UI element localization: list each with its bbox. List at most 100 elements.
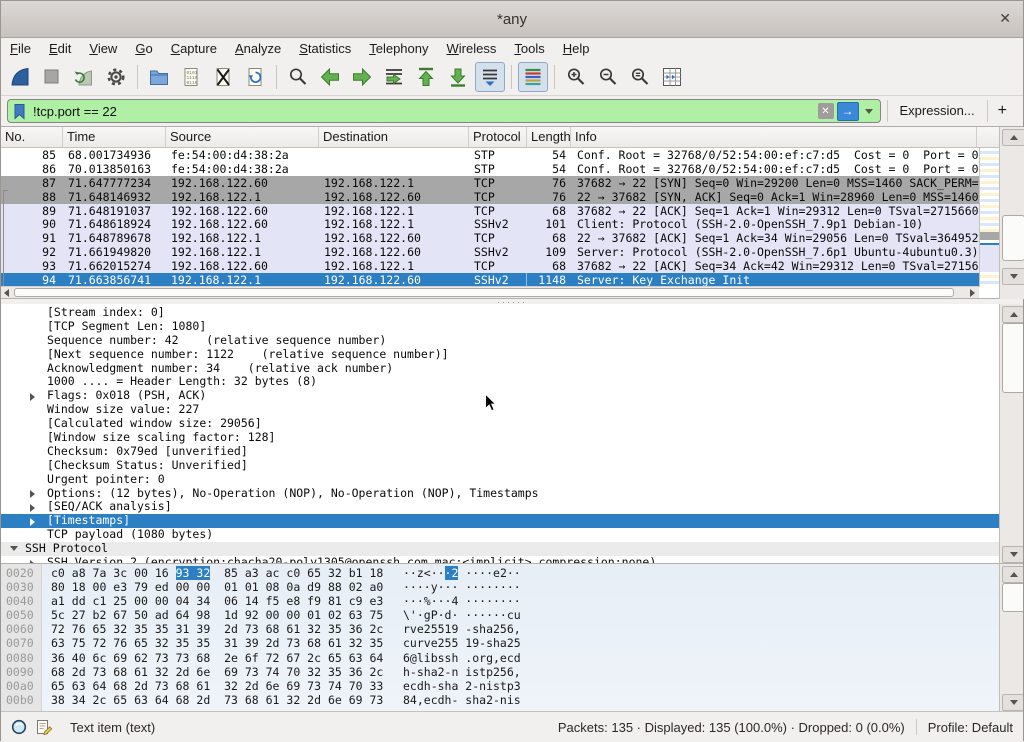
- scroll-down-button[interactable]: [1002, 268, 1024, 285]
- hex-bytes[interactable]: 36 40 6c 69 62 73 73 68 2e 6f 72 67 2c 6…: [51, 651, 397, 665]
- ascii-bytes[interactable]: h-sha2-n istp256,: [397, 665, 521, 679]
- menu-item-tools[interactable]: Tools: [505, 38, 553, 59]
- hex-row-0020[interactable]: 0020c0 a8 7a 3c 00 16 93 32 85 a3 ac c0 …: [1, 566, 999, 580]
- go-back-icon[interactable]: [315, 62, 345, 92]
- detail-line[interactable]: Options: (12 bytes), No-Operation (NOP),…: [1, 487, 999, 501]
- goto-packet-icon[interactable]: [379, 62, 409, 92]
- detail-line[interactable]: Flags: 0x018 (PSH, ACK): [1, 389, 999, 403]
- hex-row-0030[interactable]: 003080 18 00 e3 79 ed 00 00 01 01 08 0a …: [1, 580, 999, 594]
- reload-file-icon[interactable]: [240, 62, 270, 92]
- menu-item-statistics[interactable]: Statistics: [290, 38, 360, 59]
- scroll-thumb[interactable]: [14, 288, 954, 297]
- packet-row-88[interactable]: 8871.648146932192.168.122.1192.168.122.6…: [1, 190, 979, 204]
- menu-item-go[interactable]: Go: [126, 38, 161, 59]
- add-filter-button[interactable]: +: [987, 100, 1017, 122]
- menu-item-help[interactable]: Help: [554, 38, 599, 59]
- detail-line[interactable]: 1000 .... = Header Length: 32 bytes (8): [1, 375, 999, 389]
- capture-comment-icon[interactable]: [36, 719, 53, 735]
- hex-bytes[interactable]: 63 75 72 76 65 32 35 35 31 39 2d 73 68 6…: [51, 636, 397, 650]
- hex-row-00a0[interactable]: 00a065 63 64 68 2d 73 68 61 32 2d 6e 69 …: [1, 679, 999, 693]
- filter-bookmark-icon[interactable]: [13, 103, 26, 120]
- save-file-icon[interactable]: 010111100110: [176, 62, 206, 92]
- packet-row-92[interactable]: 9271.661949820192.168.122.1192.168.122.6…: [1, 245, 979, 259]
- zoom-out-icon[interactable]: [593, 62, 623, 92]
- hex-bytes[interactable]: 5c 27 b2 67 50 ad 64 98 1d 92 00 00 01 0…: [51, 608, 397, 622]
- menu-item-wireless[interactable]: Wireless: [438, 38, 506, 59]
- restart-capture-icon[interactable]: [69, 62, 99, 92]
- find-packet-icon[interactable]: [283, 62, 313, 92]
- stop-capture-icon[interactable]: [37, 62, 67, 92]
- autoscroll-icon[interactable]: [475, 62, 505, 92]
- packet-list-vscrollbar[interactable]: [999, 127, 1024, 299]
- hex-bytes[interactable]: 65 63 64 68 2d 73 68 61 32 2d 6e 69 73 7…: [51, 679, 397, 693]
- go-bottom-icon[interactable]: [443, 62, 473, 92]
- zoom-in-icon[interactable]: [561, 62, 591, 92]
- column-header-time[interactable]: Time: [63, 127, 166, 147]
- detail-line[interactable]: [Calculated window size: 29056]: [1, 417, 999, 431]
- packet-row-85[interactable]: 8568.001734936fe:54:00:d4:38:2aSTP54Conf…: [1, 148, 979, 162]
- scroll-thumb[interactable]: [1002, 583, 1023, 612]
- details-vscrollbar[interactable]: [999, 304, 1023, 563]
- detail-line[interactable]: [SEQ/ACK analysis]: [1, 500, 999, 514]
- hex-bytes[interactable]: 68 2d 73 68 61 32 2d 6e 69 73 74 70 32 3…: [51, 665, 397, 679]
- scroll-up-button[interactable]: [1002, 306, 1023, 323]
- column-header-protocol[interactable]: Protocol: [469, 127, 527, 147]
- menu-item-telephony[interactable]: Telephony: [360, 38, 437, 59]
- detail-line[interactable]: [Window size scaling factor: 128]: [1, 431, 999, 445]
- detail-line[interactable]: Checksum: 0x79ed [unverified]: [1, 445, 999, 459]
- intelligent-scrollbar-minimap[interactable]: [979, 148, 999, 287]
- expander-closed-icon[interactable]: [30, 393, 35, 401]
- ascii-bytes[interactable]: rve25519 -sha256,: [397, 622, 521, 636]
- detail-line[interactable]: SSH Protocol: [1, 542, 999, 556]
- hex-bytes[interactable]: 38 34 2c 65 63 64 68 2d 73 68 61 32 2d 6…: [51, 693, 397, 707]
- column-header-no[interactable]: No.: [1, 127, 63, 147]
- scroll-down-button[interactable]: [1002, 694, 1023, 711]
- display-filter-input[interactable]: !tcp.port == 22 ✕ →: [7, 99, 881, 123]
- clear-filter-button[interactable]: ✕: [818, 103, 834, 119]
- ascii-bytes[interactable]: ··z<···2 ····e2··: [397, 566, 521, 580]
- ascii-bytes[interactable]: \'·gP·d· ······cu: [397, 608, 521, 622]
- hex-row-0090[interactable]: 009068 2d 73 68 61 32 2d 6e 69 73 74 70 …: [1, 665, 999, 679]
- packet-row-90[interactable]: 9071.648618924192.168.122.60192.168.122.…: [1, 217, 979, 231]
- packet-list-header[interactable]: No.TimeSourceDestinationProtocolLengthIn…: [1, 127, 999, 148]
- detail-line[interactable]: [Stream index: 0]: [1, 306, 999, 320]
- scroll-thumb[interactable]: [1002, 323, 1023, 393]
- start-capture-icon[interactable]: [5, 62, 35, 92]
- go-forward-icon[interactable]: [347, 62, 377, 92]
- column-header-info[interactable]: Info: [571, 127, 977, 147]
- column-header-source[interactable]: Source: [166, 127, 319, 147]
- go-top-icon[interactable]: [411, 62, 441, 92]
- packet-row-94[interactable]: 9471.663856741192.168.122.1192.168.122.6…: [1, 273, 979, 287]
- detail-line[interactable]: [Checksum Status: Unverified]: [1, 459, 999, 473]
- hex-bytes[interactable]: a1 dd c1 25 00 00 04 34 06 14 f5 e8 f9 8…: [51, 594, 397, 608]
- packet-row-91[interactable]: 9171.648789678192.168.122.1192.168.122.6…: [1, 231, 979, 245]
- detail-line[interactable]: Acknowledgment number: 34 (relative ack …: [1, 362, 999, 376]
- ascii-bytes[interactable]: ····y··· ········: [397, 580, 521, 594]
- packet-row-93[interactable]: 9371.662015274192.168.122.60192.168.122.…: [1, 259, 979, 273]
- scroll-right-button[interactable]: [967, 288, 978, 298]
- menu-item-view[interactable]: View: [80, 38, 126, 59]
- open-file-icon[interactable]: [144, 62, 174, 92]
- zoom-original-icon[interactable]: [625, 62, 655, 92]
- menu-item-file[interactable]: File: [1, 38, 40, 59]
- expression-button[interactable]: Expression...: [887, 100, 987, 122]
- packet-row-89[interactable]: 8971.648191037192.168.122.60192.168.122.…: [1, 204, 979, 218]
- scroll-down-button[interactable]: [1002, 546, 1023, 563]
- detail-line[interactable]: SSH Version 2 (encryption:chacha20-poly1…: [1, 556, 999, 564]
- hex-row-0080[interactable]: 008036 40 6c 69 62 73 73 68 2e 6f 72 67 …: [1, 651, 999, 665]
- expander-closed-icon[interactable]: [30, 490, 35, 498]
- profile-status[interactable]: Profile: Default: [928, 720, 1013, 735]
- ascii-bytes[interactable]: curve255 19-sha25: [397, 636, 521, 650]
- menu-item-analyze[interactable]: Analyze: [226, 38, 290, 59]
- ascii-bytes[interactable]: ···%···4 ········: [397, 594, 521, 608]
- titlebar[interactable]: *any ✕: [1, 1, 1023, 38]
- filter-dropdown-caret-icon[interactable]: [865, 109, 873, 114]
- detail-line[interactable]: [Next sequence number: 1122 (relative se…: [1, 348, 999, 362]
- detail-line[interactable]: [Timestamps]: [1, 514, 999, 528]
- packet-row-86[interactable]: 8670.013850163fe:54:00:d4:38:2aSTP54Conf…: [1, 162, 979, 176]
- hex-row-0040[interactable]: 0040a1 dd c1 25 00 00 04 34 06 14 f5 e8 …: [1, 594, 999, 608]
- packet-row-87[interactable]: 8771.647777234192.168.122.60192.168.122.…: [1, 176, 979, 190]
- menu-item-capture[interactable]: Capture: [162, 38, 226, 59]
- ascii-bytes[interactable]: ecdh-sha 2-nistp3: [397, 679, 521, 693]
- detail-line[interactable]: [TCP Segment Len: 1080]: [1, 320, 999, 334]
